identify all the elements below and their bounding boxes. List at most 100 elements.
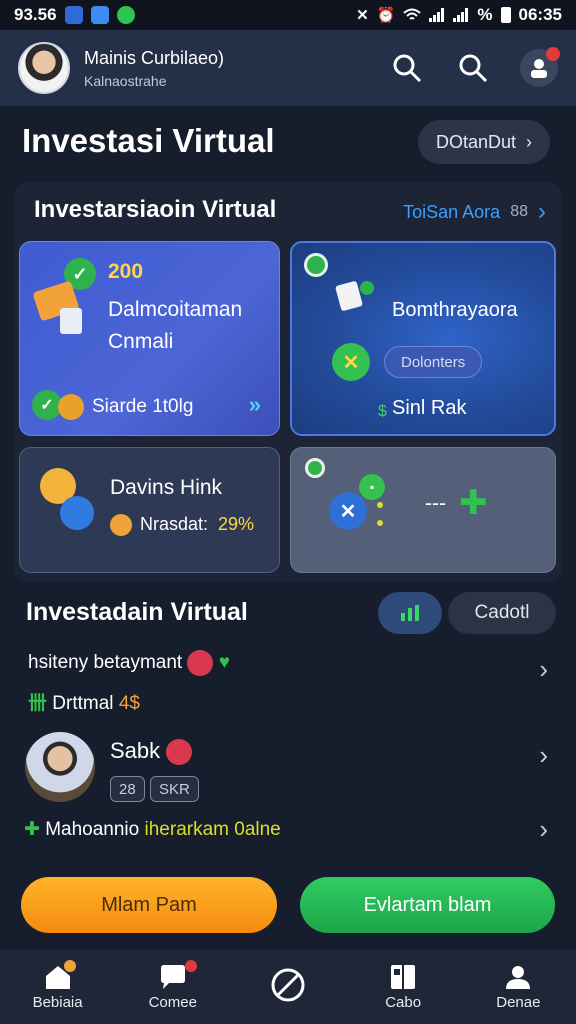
document-icon [60,308,82,334]
notification-dot [546,47,560,61]
tools-icon: ✕ [329,492,367,530]
header-actions [388,47,560,87]
tile4-dash: --- [425,492,446,515]
bottom-nav: Bebiaia Comee Cabo Denae [0,950,576,1024]
nav-label: Comee [148,993,197,1011]
tile2-footer: Sinl Rak [392,397,467,419]
section2-title: Investadain Virtual [26,598,248,626]
search-button-2[interactable] [454,49,492,87]
row1-title: hsiteny betaymant ♥ [28,650,230,676]
user-name: Mainis Curbilaeo) [84,47,225,68]
row2-tag2: SKR [150,776,199,802]
user-subtitle: Kalnaostrahe [84,72,167,89]
chevron-right-icon: › [539,654,548,684]
coin-icon [110,514,132,536]
tile2-chip[interactable]: Dolonters [384,346,483,378]
toggle-label-button[interactable]: Cadotl [448,592,556,634]
search-icon [459,54,488,83]
download-pill-button[interactable]: DOtanDut › [417,120,550,164]
see-all-label: ToiSan Aora [403,201,501,222]
primary-orange-button[interactable]: Mlam Pam [21,877,277,933]
avatar [25,732,95,802]
signal-icon-2 [453,8,469,22]
investment-tile-1[interactable]: ✓ 200 Dalmcoitaman Cnmali ✓ Siarde 1t0lg… [19,241,280,436]
bar-chart-icon [401,605,419,621]
see-all-link[interactable]: ToiSan Aora 88 › [403,198,546,226]
user-icon [506,965,531,989]
nav-item-cabo[interactable]: Cabo [353,964,453,1011]
tile1-title-line1: Dalmcoitaman [108,298,243,321]
chevron-right-icon: › [539,740,548,770]
chevron-right-icon: › [526,131,532,152]
investment-tile-3[interactable]: Davins Hink Nrasdat: 29% [19,447,280,573]
wifi-icon [403,8,422,20]
section-title: Investarsiaoin Virtual [34,196,277,223]
nav-item-comments[interactable]: Comee [123,959,223,1011]
avatar[interactable] [18,42,70,94]
book-icon [391,964,416,989]
crossed-swords-icon: ✕ [332,343,370,381]
plus-icon: ✚ [459,484,488,522]
status-icon [305,458,325,478]
app-notification-icon [90,6,109,24]
chart-toggle-button[interactable] [378,592,442,634]
tile1-number: 200 [108,260,144,283]
chat-notification-icon [116,6,135,24]
badge-icon [187,650,214,676]
notification-dot [184,959,197,972]
gear-icon-2 [60,496,94,530]
nav-item-center[interactable] [238,967,338,1007]
status-bar: 93.56 ✕ ⏰ % 06:35 [0,0,576,30]
battery-icon [500,7,511,23]
grid-icon: 卌 [28,693,48,714]
row1-sub: 卌 Drttmal 4$ [28,688,140,715]
investment-tile-2[interactable]: Bomthrayaora ✕ Dolonters $ Sinl Rak [290,241,556,436]
row2-tag1: 28 [110,776,145,802]
badge-icon [166,739,193,766]
chevron-right-icon: › [539,814,548,844]
nav-item-profile[interactable]: Denae [468,964,568,1011]
row2-title-text: Sabk [110,738,161,763]
primary-green-button[interactable]: Evlartam blam [300,877,555,933]
row1-sub-value: 4$ [118,693,140,714]
notifications-button[interactable] [520,47,560,87]
compass-icon [271,968,305,1002]
tile1-footer: Siarde 1t0lg [92,396,194,417]
list-item[interactable]: ✚ Mahoannio iherarkam 0alne › [0,814,576,854]
green-dot-icon [360,281,374,295]
tile1-title-line2: Cnmali [108,330,174,353]
double-chevron-icon: » [248,392,261,417]
status-left: 93.56 [14,5,135,25]
pill-label: DOtanDut [435,131,516,152]
coins-icon [58,394,84,420]
card-icon [335,280,363,312]
user-bell-icon [531,59,547,78]
signal-icon [429,8,445,22]
user-info: Mainis Curbilaeo) Kalnaostrahe [84,48,224,89]
battery-percent: % [477,5,493,24]
mute-icon: ✕ [356,7,369,24]
nav-item-home[interactable]: Bebiaia [8,959,108,1011]
status-right: ✕ ⏰ % 06:35 [356,5,562,25]
row3-text-b: iherarkam 0alne [144,819,281,840]
heart-icon: ♥ [218,652,231,674]
row2-title: Sabk [110,738,193,766]
list-item[interactable]: hsiteny betaymant ♥ 卌 Drttmal 4$ › [0,646,576,716]
list-item[interactable]: Sabk 28 SKR › [0,730,576,806]
status-time-right: 06:35 [518,5,562,24]
chat-icon [160,964,185,989]
see-all-count: 88 [510,203,528,220]
nav-label: Denae [496,993,541,1011]
tile3-value: 29% [218,514,255,534]
nav-label: Bebiaia [32,993,83,1011]
tile3-label: Nrasdat: [140,514,209,534]
dots-icon [377,502,383,526]
app-notification-icon [64,6,83,24]
investment-tile-4[interactable]: ✕ ▪ --- ✚ [290,447,556,573]
chevron-right-icon: › [538,198,546,225]
status-time-left: 93.56 [14,5,57,24]
chat-icon: ▪ [359,474,385,500]
row3-text-a: Mahoannio [45,819,140,840]
search-button[interactable] [388,49,426,87]
notification-dot [63,959,76,972]
